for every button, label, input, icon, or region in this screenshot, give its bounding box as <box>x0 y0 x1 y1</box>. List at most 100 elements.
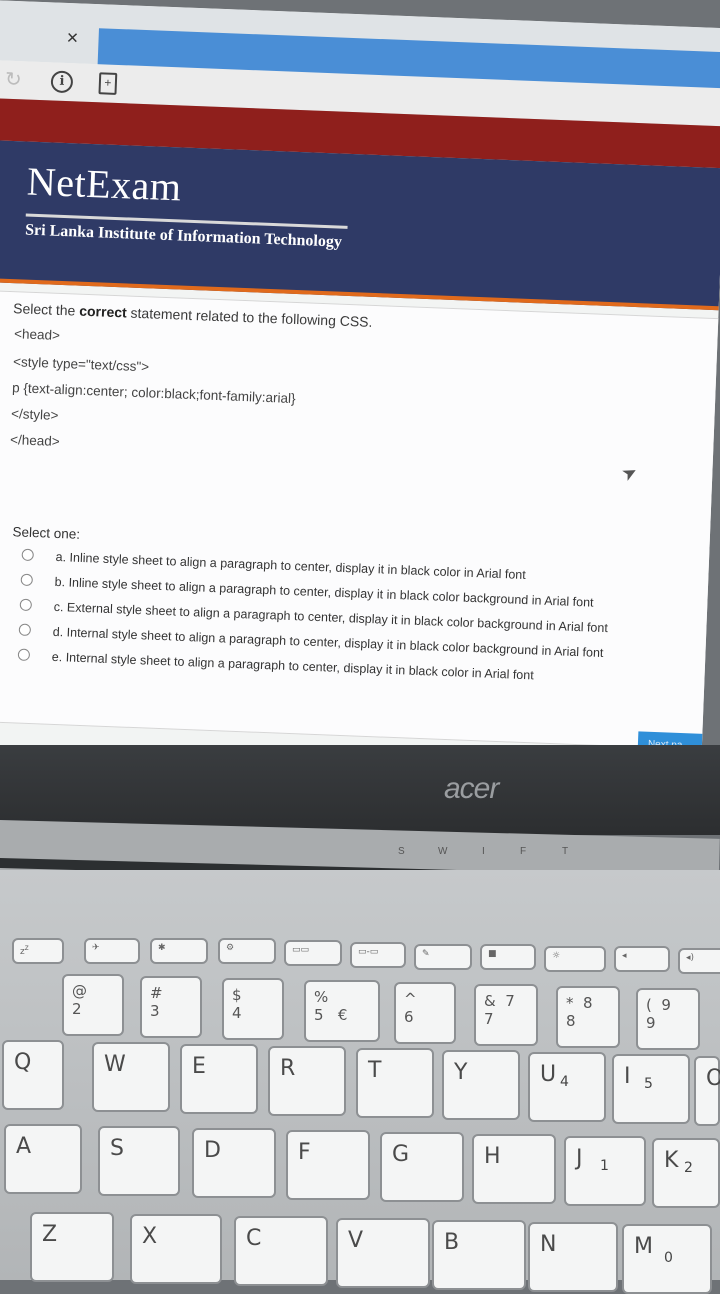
key-h[interactable]: H <box>472 1134 556 1204</box>
key-f[interactable]: F <box>286 1130 370 1200</box>
question-panel: Select the correct statement related to … <box>0 290 720 752</box>
key-v[interactable]: V <box>336 1218 430 1288</box>
key-s[interactable]: S <box>98 1126 180 1196</box>
status-indicator: I <box>482 846 485 857</box>
key-top-glyph: % <box>314 988 329 1006</box>
key-top-glyph: * <box>566 994 574 1012</box>
code-line: </style> <box>10 406 59 423</box>
key-bottom-glyph: 5 <box>314 1006 324 1024</box>
status-indicator: F <box>520 846 527 857</box>
key-f4[interactable]: ⚙ <box>218 938 276 964</box>
key-9[interactable]: ( 99 <box>636 988 700 1050</box>
key-i[interactable]: I5 <box>612 1054 690 1124</box>
key-numpad-glyph: 0 <box>664 1250 673 1266</box>
key-c[interactable]: C <box>234 1216 328 1286</box>
page-action-icon[interactable]: + <box>98 72 118 95</box>
key-x[interactable]: X <box>130 1214 222 1284</box>
radio-button[interactable] <box>17 648 31 662</box>
key-g[interactable]: G <box>380 1132 464 1202</box>
key-f11[interactable]: ◂) <box>678 948 720 974</box>
key-numpad-glyph: 9 <box>661 996 671 1014</box>
key-euro-glyph: € <box>337 1006 348 1024</box>
key-w[interactable]: W <box>92 1042 170 1112</box>
radio-button[interactable] <box>18 623 32 637</box>
site-header: NetExam Sri Lanka Institute of Informati… <box>0 139 720 311</box>
key-t[interactable]: T <box>356 1048 434 1118</box>
key-bottom-glyph: 6 <box>404 1008 414 1026</box>
status-indicator: W <box>438 846 448 857</box>
key-y[interactable]: Y <box>442 1050 520 1120</box>
code-line: <style type="text/css"> <box>12 354 150 375</box>
key-numpad-glyph: 2 <box>684 1160 693 1176</box>
site-logo[interactable]: NetExam <box>26 158 182 211</box>
tab-close-icon[interactable]: × <box>66 27 79 50</box>
key-f6[interactable]: ▭-▭ <box>350 942 406 968</box>
key-2[interactable]: @2 <box>62 974 124 1036</box>
key-6[interactable]: ^ 6 <box>394 982 456 1044</box>
key-f2[interactable]: ✈ <box>84 938 140 964</box>
radio-button[interactable] <box>19 598 33 612</box>
key-n[interactable]: N <box>528 1222 618 1292</box>
key-letter: M <box>634 1234 653 1259</box>
status-indicator: T <box>562 846 569 857</box>
key-numpad-glyph: 1 <box>600 1158 609 1174</box>
select-one-label: Select one: <box>12 524 81 542</box>
key-d[interactable]: D <box>192 1128 276 1198</box>
key-top-glyph: # <box>150 984 163 1002</box>
key-f8[interactable]: ■ <box>480 944 536 970</box>
key-8[interactable]: * 88 <box>556 986 620 1048</box>
key-letter: U <box>540 1062 557 1087</box>
key-letter: J <box>576 1146 583 1171</box>
key-top-glyph: ( <box>646 996 652 1014</box>
key-top-glyph: @ <box>72 982 87 1000</box>
key-k[interactable]: K2 <box>652 1138 720 1208</box>
key-numpad-glyph: 7 <box>505 992 515 1010</box>
key-bottom-glyph: 8 <box>566 1012 576 1030</box>
key-bottom-glyph: 3 <box>150 1002 160 1020</box>
key-7[interactable]: & 77 <box>474 984 538 1046</box>
key-numpad-glyph: 5 <box>644 1076 653 1092</box>
code-line: p {text-align:center; color:black;font-f… <box>11 380 296 407</box>
option-label: e. Internal style sheet to align a parag… <box>51 649 534 683</box>
brand-logo: acer <box>444 772 499 805</box>
key-a[interactable]: A <box>4 1124 82 1194</box>
key-bottom-glyph: 2 <box>72 1000 82 1018</box>
code-line: </head> <box>9 432 60 449</box>
key-o[interactable]: O <box>694 1056 720 1126</box>
key-z[interactable]: Z <box>30 1212 114 1282</box>
key-f1[interactable]: zz <box>12 938 64 964</box>
key-5[interactable]: % 5 € <box>304 980 380 1042</box>
key-f5[interactable]: ▭▭ <box>284 940 342 966</box>
key-letter: K <box>664 1148 679 1173</box>
key-r[interactable]: R <box>268 1046 346 1116</box>
key-4[interactable]: $4 <box>222 978 284 1040</box>
code-line: <head> <box>13 326 61 343</box>
key-m[interactable]: M0 <box>622 1224 712 1294</box>
key-f7[interactable]: ✎ <box>414 944 472 970</box>
reload-icon[interactable]: ↻ <box>4 67 23 93</box>
key-j[interactable]: J1 <box>564 1136 646 1206</box>
radio-button[interactable] <box>20 573 33 587</box>
key-u[interactable]: U4 <box>528 1052 606 1122</box>
key-bottom-glyph: 7 <box>484 1010 494 1028</box>
laptop-screen: × ↻ i + NetExam Sri Lanka Institute of I… <box>0 0 720 808</box>
key-numpad-glyph: 4 <box>560 1074 569 1090</box>
question-text: Select the correct statement related to … <box>13 300 373 330</box>
key-top-glyph: $ <box>232 986 242 1004</box>
key-q[interactable]: Q <box>2 1040 64 1110</box>
key-top-glyph: ^ <box>404 990 417 1008</box>
key-f3[interactable]: ✱ <box>150 938 208 964</box>
question-suffix: statement related to the following CSS. <box>126 304 373 330</box>
key-top-glyph: & <box>484 992 496 1010</box>
key-f9[interactable]: ☼ <box>544 946 606 972</box>
screen-bezel <box>0 745 720 835</box>
key-bottom-glyph: 4 <box>232 1004 242 1022</box>
question-prefix: Select the <box>12 300 80 319</box>
key-numpad-glyph: 8 <box>583 994 593 1012</box>
question-bold: correct <box>78 302 128 321</box>
key-e[interactable]: E <box>180 1044 258 1114</box>
key-3[interactable]: #3 <box>140 976 202 1038</box>
key-f10[interactable]: ◂ <box>614 946 670 972</box>
radio-button[interactable] <box>21 548 34 562</box>
key-letter: I <box>624 1064 631 1089</box>
